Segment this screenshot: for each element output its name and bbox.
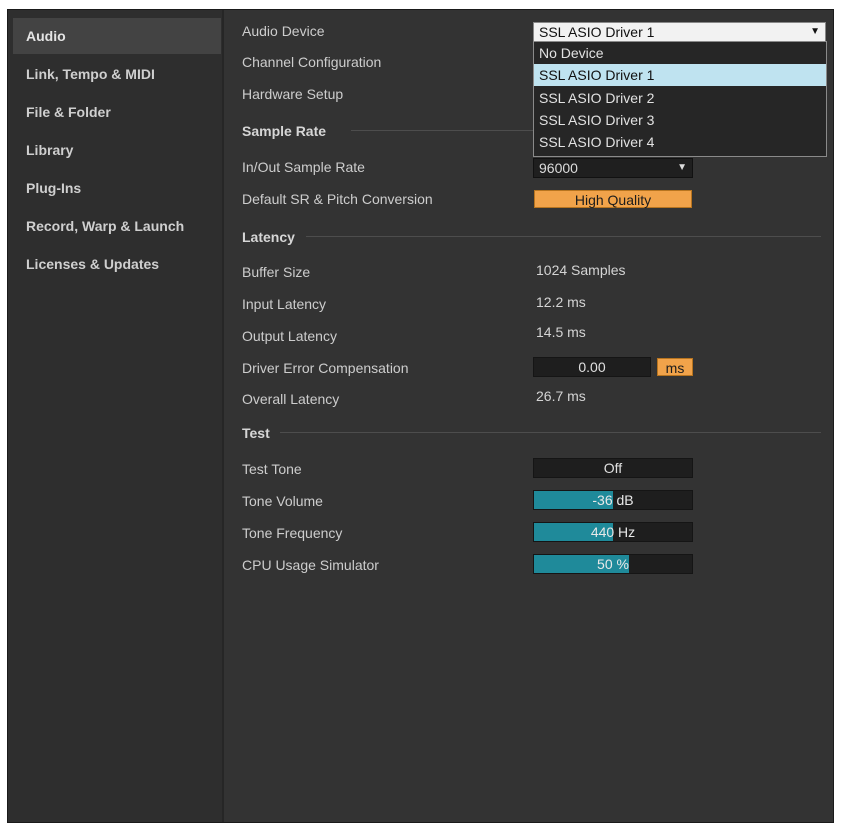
sidebar: Audio Link, Tempo & MIDI File & Folder L… <box>8 10 224 822</box>
output-latency-label: Output Latency <box>242 328 337 344</box>
chevron-down-icon: ▼ <box>810 26 820 37</box>
sidebar-item-plug-ins[interactable]: Plug-Ins <box>13 170 221 206</box>
option-ssl-asio-driver-1[interactable]: SSL ASIO Driver 1 <box>534 64 826 86</box>
tone-frequency-label: Tone Frequency <box>242 525 343 541</box>
audio-device-options-list: No Device SSL ASIO Driver 1 SSL ASIO Dri… <box>533 41 827 157</box>
option-no-device[interactable]: No Device <box>534 42 826 64</box>
buffer-size-label: Buffer Size <box>242 264 311 280</box>
sidebar-item-link-tempo-midi[interactable]: Link, Tempo & MIDI <box>13 56 221 92</box>
input-latency-value: 12.2 ms <box>536 294 586 310</box>
overall-latency-label: Overall Latency <box>242 391 340 407</box>
audio-device-dropdown[interactable]: SSL ASIO Driver 1 ▼ <box>533 22 826 42</box>
option-ssl-asio-driver-2[interactable]: SSL ASIO Driver 2 <box>534 87 826 109</box>
option-ssl-asio-driver-3[interactable]: SSL ASIO Driver 3 <box>534 109 826 131</box>
in-out-sample-rate-label: In/Out Sample Rate <box>242 159 365 175</box>
cpu-usage-simulator-label: CPU Usage Simulator <box>242 557 379 573</box>
audio-device-label: Audio Device <box>242 23 325 39</box>
ms-unit-toggle[interactable]: ms <box>657 358 693 376</box>
test-tone-toggle[interactable]: Off <box>533 458 693 478</box>
preferences-window: Audio Link, Tempo & MIDI File & Folder L… <box>7 9 834 823</box>
sidebar-item-library[interactable]: Library <box>13 132 221 168</box>
output-latency-value: 14.5 ms <box>536 324 586 340</box>
tone-frequency-value: 440 Hz <box>590 524 636 540</box>
audio-device-selected: SSL ASIO Driver 1 <box>539 24 655 40</box>
tone-volume-value: -36 dB <box>592 492 634 508</box>
driver-error-compensation-label: Driver Error Compensation <box>242 360 409 376</box>
cpu-usage-slider[interactable]: 50 % <box>533 554 693 574</box>
hardware-setup-label[interactable]: Hardware Setup <box>242 85 343 103</box>
tone-frequency-slider[interactable]: 440 Hz <box>533 522 693 542</box>
overall-latency-value: 26.7 ms <box>536 388 586 404</box>
sample-rate-divider <box>351 130 533 131</box>
sr-pitch-conversion-label: Default SR & Pitch Conversion <box>242 191 433 207</box>
sample-rate-selected: 96000 <box>539 160 578 176</box>
sidebar-item-file-folder[interactable]: File & Folder <box>13 94 221 130</box>
tone-volume-label: Tone Volume <box>242 493 323 509</box>
sample-rate-section-title: Sample Rate <box>242 123 327 139</box>
sidebar-item-record-warp-launch[interactable]: Record, Warp & Launch <box>13 208 221 244</box>
option-ssl-asio-driver-4[interactable]: SSL ASIO Driver 4 <box>534 131 826 153</box>
latency-divider <box>306 236 821 237</box>
test-divider <box>280 432 821 433</box>
high-quality-toggle[interactable]: High Quality <box>534 190 692 208</box>
driver-error-compensation-field[interactable]: 0.00 <box>533 357 651 377</box>
test-tone-label: Test Tone <box>242 461 302 477</box>
input-latency-label: Input Latency <box>242 296 327 312</box>
test-section-title: Test <box>242 425 270 441</box>
tone-volume-slider[interactable]: -36 dB <box>533 490 693 510</box>
buffer-size-value[interactable]: 1024 Samples <box>536 261 626 279</box>
channel-configuration-label[interactable]: Channel Configuration <box>242 53 381 71</box>
chevron-down-icon: ▼ <box>677 162 687 173</box>
sidebar-item-licenses-updates[interactable]: Licenses & Updates <box>13 246 221 282</box>
sidebar-item-audio[interactable]: Audio <box>13 18 221 54</box>
cpu-usage-value: 50 % <box>597 556 629 572</box>
sample-rate-dropdown[interactable]: 96000 ▼ <box>533 158 693 178</box>
latency-section-title: Latency <box>242 229 295 245</box>
